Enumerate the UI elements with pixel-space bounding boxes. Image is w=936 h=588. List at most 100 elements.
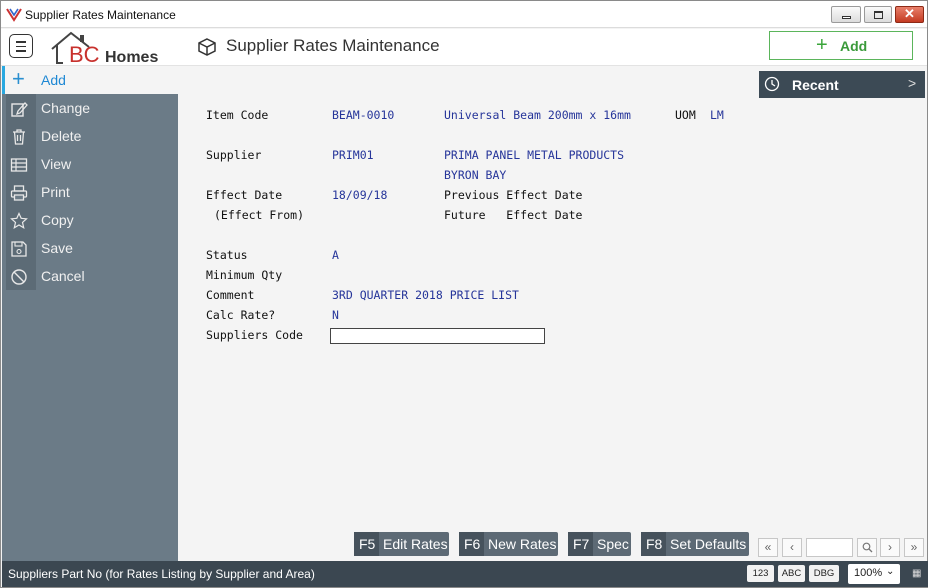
close-icon: ✕ bbox=[904, 6, 915, 21]
supplier-value[interactable]: PRIM01 bbox=[332, 148, 374, 162]
alpha-mode-badge[interactable]: ABC bbox=[778, 565, 805, 582]
window-title: Supplier Rates Maintenance bbox=[25, 8, 176, 22]
next-page-button[interactable]: › bbox=[880, 538, 900, 557]
calc-rate-value[interactable]: N bbox=[332, 308, 339, 322]
effect-date-label: Effect Date bbox=[206, 188, 283, 202]
edit-icon bbox=[11, 102, 28, 117]
recent-label: Recent bbox=[792, 77, 839, 93]
sidebar-item-label: View bbox=[41, 156, 72, 172]
sidebar-item-print[interactable]: Print bbox=[2, 178, 178, 206]
item-description-value: Universal Beam 200mm x 16mm bbox=[444, 108, 631, 122]
logo-text-homes: Homes bbox=[105, 49, 158, 65]
plus-icon: + bbox=[816, 34, 828, 56]
first-page-button[interactable]: « bbox=[758, 538, 778, 557]
fkey-label: F8 bbox=[641, 532, 667, 556]
page-search-button[interactable] bbox=[857, 538, 877, 557]
printer-icon bbox=[10, 185, 28, 201]
plus-icon: + bbox=[12, 66, 25, 91]
grid-icon[interactable]: ▦ bbox=[912, 568, 921, 579]
fkey-label: F6 bbox=[459, 532, 485, 556]
prev-page-button[interactable]: ‹ bbox=[782, 538, 802, 557]
status-text: Suppliers Part No (for Rates Listing by … bbox=[8, 567, 315, 581]
sidebar: + Add Change Delete View Print Copy Save bbox=[2, 66, 178, 561]
sidebar-item-save[interactable]: Save bbox=[2, 234, 178, 262]
table-icon bbox=[10, 158, 28, 172]
sidebar-item-label: Cancel bbox=[41, 268, 85, 284]
sidebar-item-change[interactable]: Change bbox=[2, 94, 178, 122]
hamburger-icon bbox=[16, 41, 26, 43]
fkey-label: F5 bbox=[354, 532, 380, 556]
star-icon bbox=[10, 212, 28, 230]
effect-date-value[interactable]: 18/09/18 bbox=[332, 188, 387, 202]
close-button[interactable]: ✕ bbox=[895, 6, 924, 23]
minimize-icon bbox=[842, 16, 851, 19]
spec-button[interactable]: F7 Spec bbox=[568, 532, 631, 556]
sidebar-item-label: Copy bbox=[41, 212, 74, 228]
edit-rates-label: Edit Rates bbox=[383, 536, 448, 552]
future-effect-date-label: Future Effect Date bbox=[444, 208, 583, 222]
page-title: Supplier Rates Maintenance bbox=[226, 36, 440, 55]
trash-icon bbox=[13, 129, 25, 145]
clock-icon bbox=[764, 76, 780, 92]
spec-label: Spec bbox=[597, 536, 629, 552]
background-window-edge bbox=[929, 0, 936, 588]
sidebar-item-label: Save bbox=[41, 240, 73, 256]
suppliers-code-label: Suppliers Code bbox=[206, 328, 303, 342]
page-number-input[interactable] bbox=[806, 538, 853, 557]
supplier-name-value: PRIMA PANEL METAL PRODUCTS bbox=[444, 148, 625, 162]
chevron-right-icon: > bbox=[908, 75, 917, 91]
item-code-label: Item Code bbox=[206, 108, 269, 122]
add-button[interactable]: + Add bbox=[769, 31, 913, 60]
app-header: BC Homes Supplier Rates Maintenance + Ad… bbox=[1, 29, 927, 66]
new-rates-button[interactable]: F6 New Rates bbox=[459, 532, 558, 556]
sidebar-item-view[interactable]: View bbox=[2, 150, 178, 178]
logo-text-bc: BC bbox=[69, 42, 100, 65]
previous-effect-date-label: Previous Effect Date bbox=[444, 188, 583, 202]
cancel-icon bbox=[11, 269, 27, 285]
suppliers-code-input[interactable] bbox=[330, 328, 545, 344]
supplier-location-value: BYRON BAY bbox=[444, 168, 507, 182]
chevron-down-icon: ⌄ bbox=[886, 566, 895, 577]
uom-label: UOM bbox=[675, 108, 696, 122]
app-window: Supplier Rates Maintenance ✕ BC Homes Su… bbox=[0, 0, 928, 588]
save-icon bbox=[11, 241, 27, 257]
recent-panel-toggle[interactable]: Recent > bbox=[759, 71, 925, 98]
minimize-button[interactable] bbox=[831, 6, 861, 23]
maximize-icon bbox=[874, 11, 883, 19]
add-button-label: Add bbox=[840, 38, 868, 54]
maximize-button[interactable] bbox=[864, 6, 892, 23]
zoom-select[interactable]: 100% ⌄ bbox=[848, 564, 900, 584]
minimum-qty-label: Minimum Qty bbox=[206, 268, 283, 282]
calc-rate-label: Calc Rate? bbox=[206, 308, 276, 322]
hamburger-icon-line bbox=[16, 45, 26, 48]
new-rates-label: New Rates bbox=[488, 536, 557, 552]
app-logo-icon bbox=[6, 8, 22, 22]
set-defaults-button[interactable]: F8 Set Defaults bbox=[641, 532, 749, 556]
sidebar-item-copy[interactable]: Copy bbox=[2, 206, 178, 234]
sidebar-item-label: Add bbox=[41, 72, 66, 88]
set-defaults-label: Set Defaults bbox=[670, 536, 747, 552]
title-bar: Supplier Rates Maintenance ✕ bbox=[1, 1, 927, 28]
supplier-label: Supplier bbox=[206, 148, 262, 162]
sidebar-item-delete[interactable]: Delete bbox=[2, 122, 178, 150]
debug-badge[interactable]: DBG bbox=[809, 565, 839, 582]
search-icon bbox=[862, 542, 873, 553]
sidebar-item-label: Print bbox=[41, 184, 70, 200]
sidebar-item-label: Change bbox=[41, 100, 91, 116]
item-code-value[interactable]: BEAM-0010 bbox=[332, 108, 394, 122]
menu-button[interactable] bbox=[9, 34, 33, 58]
status-label: Status bbox=[206, 248, 248, 262]
status-value[interactable]: A bbox=[332, 248, 339, 262]
comment-label: Comment bbox=[206, 288, 255, 302]
hamburger-icon-line bbox=[16, 50, 26, 52]
sidebar-item-add[interactable]: + Add bbox=[2, 66, 178, 94]
sidebar-item-cancel[interactable]: Cancel bbox=[2, 262, 178, 290]
edit-rates-button[interactable]: F5 Edit Rates bbox=[354, 532, 449, 556]
last-page-button[interactable]: » bbox=[904, 538, 924, 557]
zoom-value: 100% bbox=[854, 567, 883, 579]
comment-value[interactable]: 3RD QUARTER 2018 PRICE LIST bbox=[332, 288, 519, 302]
box-icon bbox=[198, 38, 216, 56]
numeric-mode-badge[interactable]: 123 bbox=[747, 565, 774, 582]
effect-from-label: (Effect From) bbox=[214, 208, 305, 222]
status-bar: Suppliers Part No (for Rates Listing by … bbox=[2, 561, 928, 587]
